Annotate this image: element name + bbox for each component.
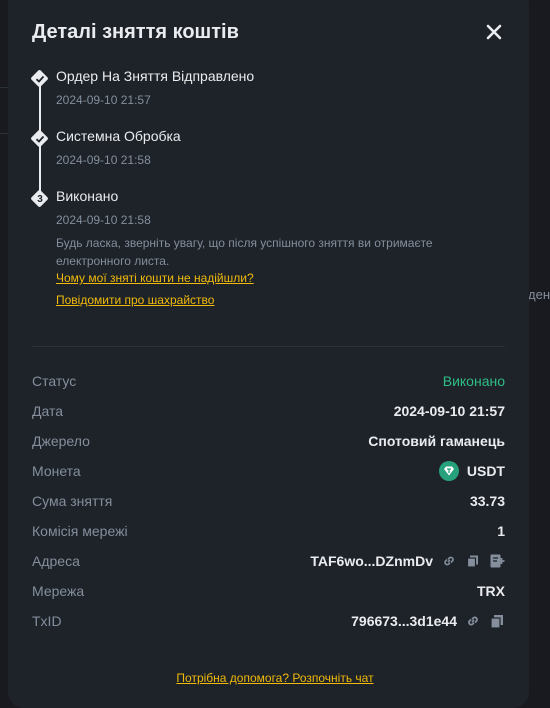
- help-chat-container: Потрібна допомога? Розпочніть чат: [0, 669, 550, 687]
- source-value: Спотовий гаманець: [368, 433, 505, 449]
- txid-value-group: 796673...3d1e44: [351, 611, 505, 631]
- step-time: 2024-09-10 21:58: [56, 213, 151, 227]
- coin-value: USDT: [466, 463, 505, 479]
- link-icon[interactable]: [465, 613, 481, 629]
- detail-row-amount: Сума зняття 33.73: [32, 491, 505, 511]
- modal-title: Деталі зняття коштів: [32, 21, 239, 43]
- add-address-icon[interactable]: [489, 553, 505, 569]
- detail-label: Сума зняття: [32, 493, 113, 509]
- step-time: 2024-09-10 21:57: [56, 93, 151, 107]
- check-icon: [30, 129, 49, 148]
- modal-header: Деталі зняття коштів: [32, 19, 505, 49]
- check-icon: [30, 69, 49, 88]
- help-chat-link[interactable]: Потрібна допомога? Розпочніть чат: [176, 671, 373, 685]
- detail-row-txid: TxID 796673...3d1e44: [32, 611, 505, 631]
- copy-icon[interactable]: [465, 553, 481, 569]
- withdrawal-details-modal: Деталі зняття коштів Ордер На Зняття Від…: [8, 0, 529, 708]
- report-fraud-link[interactable]: Повідомити про шахрайство: [56, 293, 214, 307]
- detail-row-address: Адреса TAF6wo...DZnmDv: [32, 551, 505, 571]
- detail-row-status: Статус Виконано: [32, 371, 505, 391]
- status-value: Виконано: [442, 373, 505, 389]
- network-value: TRX: [477, 583, 505, 599]
- detail-label: Дата: [32, 403, 64, 419]
- link-icon[interactable]: [441, 553, 457, 569]
- detail-row-date: Дата 2024-09-10 21:57: [32, 401, 505, 421]
- detail-label: Джерело: [32, 433, 90, 449]
- close-button[interactable]: [483, 21, 505, 43]
- step-title: Ордер На Зняття Відправлено: [56, 68, 255, 84]
- step-number: 3: [37, 193, 43, 205]
- usdt-coin-icon: [438, 461, 459, 481]
- step-number-icon: 3: [30, 189, 49, 208]
- amount-value: 33.73: [469, 493, 505, 509]
- address-value-group: TAF6wo...DZnmDv: [310, 551, 505, 571]
- step-title: Виконано: [56, 188, 119, 204]
- detail-row-fee: Комісія мережі 1: [32, 521, 505, 541]
- date-value: 2024-09-10 21:57: [393, 403, 505, 419]
- detail-label: Монета: [32, 463, 81, 479]
- copy-icon[interactable]: [489, 613, 505, 629]
- email-notice: Будь ласка, зверніть увагу, що після усп…: [56, 236, 433, 268]
- detail-row-network: Мережа TRX: [32, 581, 505, 601]
- fee-value: 1: [497, 523, 505, 539]
- close-icon: [486, 24, 502, 40]
- detail-label: Статус: [32, 373, 77, 389]
- background-text: ден: [528, 287, 550, 302]
- detail-label: TxID: [32, 613, 62, 629]
- section-divider: [32, 346, 505, 347]
- detail-label: Комісія мережі: [32, 523, 128, 539]
- detail-label: Мережа: [32, 583, 85, 599]
- step-time: 2024-09-10 21:58: [56, 153, 151, 167]
- coin-value-group: USDT: [438, 461, 505, 481]
- step-title: Системна Обробка: [56, 128, 181, 144]
- detail-row-coin: Монета USDT: [32, 461, 505, 481]
- address-value: TAF6wo...DZnmDv: [310, 553, 433, 569]
- detail-label: Адреса: [32, 553, 80, 569]
- detail-row-source: Джерело Спотовий гаманець: [32, 431, 505, 451]
- funds-not-received-link[interactable]: Чому мої зняті кошти не надійшли?: [56, 271, 254, 285]
- txid-value: 796673...3d1e44: [351, 613, 457, 629]
